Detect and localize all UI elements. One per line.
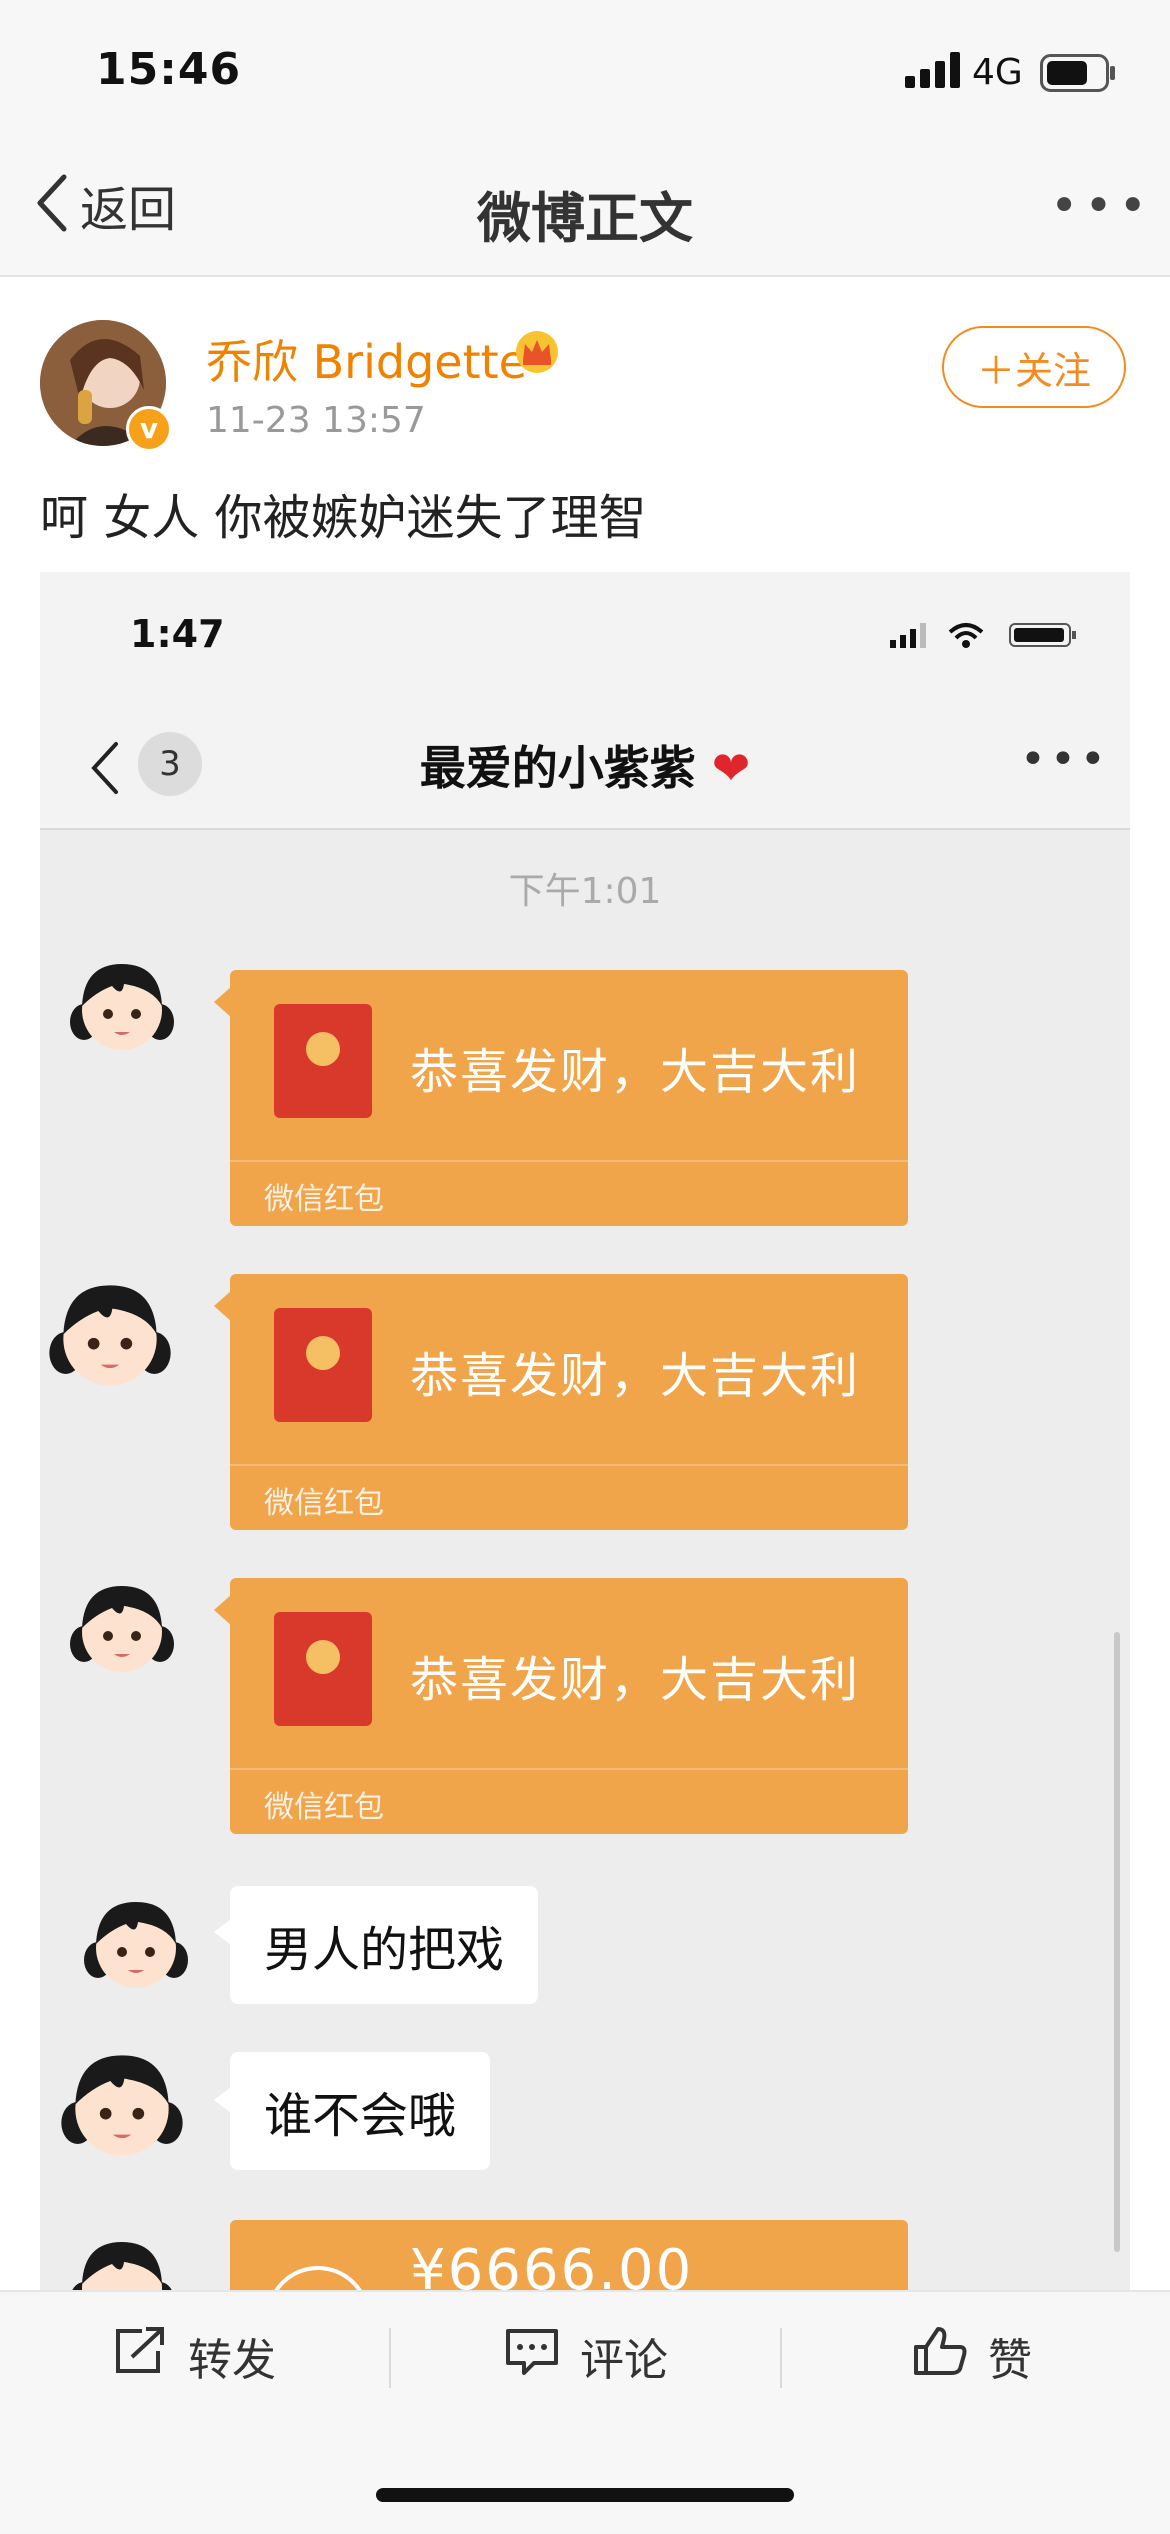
repost-label: 转发 [188, 2335, 276, 2386]
more-options-icon[interactable]: ••• [1050, 178, 1153, 234]
network-label: 4G [972, 52, 1023, 93]
chat-more-icon: ••• [1020, 734, 1110, 785]
follow-button[interactable]: ＋关注 [942, 326, 1126, 408]
chat-scrollbar [1114, 1632, 1120, 2252]
red-packet-divider [230, 1160, 908, 1162]
red-packet-label: 微信红包 [264, 1790, 384, 1825]
red-packet-divider [230, 1768, 908, 1770]
author-name[interactable]: 乔欣 Bridgette [206, 326, 527, 392]
status-time: 15:46 [96, 44, 242, 95]
signal-icon [905, 52, 961, 92]
text-message: 谁不会哦 [230, 2052, 491, 2170]
red-packet-icon [274, 1308, 372, 1422]
red-packet-label: 微信红包 [264, 1182, 384, 1217]
red-packet-text: 恭喜发财，大吉大利 [410, 1044, 861, 1100]
page-title: 微博正文 [477, 187, 693, 250]
chat-status-time: 1:47 [130, 612, 225, 656]
girl-emoji-avatar [62, 2222, 182, 2290]
red-packet-label: 微信红包 [264, 1486, 384, 1521]
red-packet-divider [230, 1464, 908, 1466]
red-packet-icon [274, 1612, 372, 1726]
divider [389, 2328, 391, 2388]
red-packet-text: 恭喜发财，大吉大利 [410, 1652, 861, 1708]
battery-icon [1040, 54, 1116, 96]
girl-emoji-avatar [52, 2032, 192, 2172]
heart-icon: ❤ [711, 741, 751, 795]
home-indicator [376, 2488, 794, 2502]
red-packet-message: 恭喜发财，大吉大利 微信红包 [230, 1578, 908, 1834]
divider [780, 2328, 782, 2388]
comment-label: 评论 [580, 2335, 668, 2386]
crown-icon [514, 330, 560, 378]
text-message: 男人的把戏 [230, 1886, 539, 2004]
girl-emoji-avatar [62, 944, 182, 1064]
verified-badge-icon: v [126, 406, 172, 452]
transfer-message: ¥6666.00 [230, 2220, 908, 2290]
comment-icon [504, 2325, 560, 2388]
post-text: 呵 女人 你被嫉妒迷失了理智 [40, 490, 647, 546]
repost-button[interactable]: 转发 [112, 2324, 276, 2388]
like-button[interactable]: 赞 [912, 2324, 1032, 2388]
post-image[interactable]: 1:47 3 最爱的小紫紫 ❤ ••• 下午1:01 恭喜发财，大吉大利 微信红… [40, 572, 1130, 2290]
thumbs-up-icon [912, 2325, 968, 2388]
red-packet-message: 恭喜发财，大吉大利 微信红包 [230, 1274, 908, 1530]
transfer-icon [266, 2266, 370, 2290]
red-packet-message: 恭喜发财，大吉大利 微信红包 [230, 970, 908, 1226]
girl-emoji-avatar [76, 1882, 196, 2002]
chat-title: 最爱的小紫紫 ❤ [40, 732, 1130, 798]
girl-emoji-avatar [40, 1262, 180, 1402]
red-packet-icon [274, 1004, 372, 1118]
chat-timestamp: 下午1:01 [508, 871, 662, 912]
comment-button[interactable]: 评论 [504, 2324, 668, 2388]
girl-emoji-avatar [62, 1566, 182, 1686]
chat-title-text: 最爱的小紫紫 [419, 741, 696, 795]
post-timestamp: 11-23 13:57 [206, 400, 426, 441]
transfer-amount: ¥6666.00 [410, 2238, 694, 2290]
share-icon [112, 2325, 168, 2388]
red-packet-text: 恭喜发财，大吉大利 [410, 1348, 861, 1404]
chat-status-icons [890, 620, 1090, 654]
chat-divider [40, 828, 1130, 830]
like-label: 赞 [988, 2335, 1032, 2386]
